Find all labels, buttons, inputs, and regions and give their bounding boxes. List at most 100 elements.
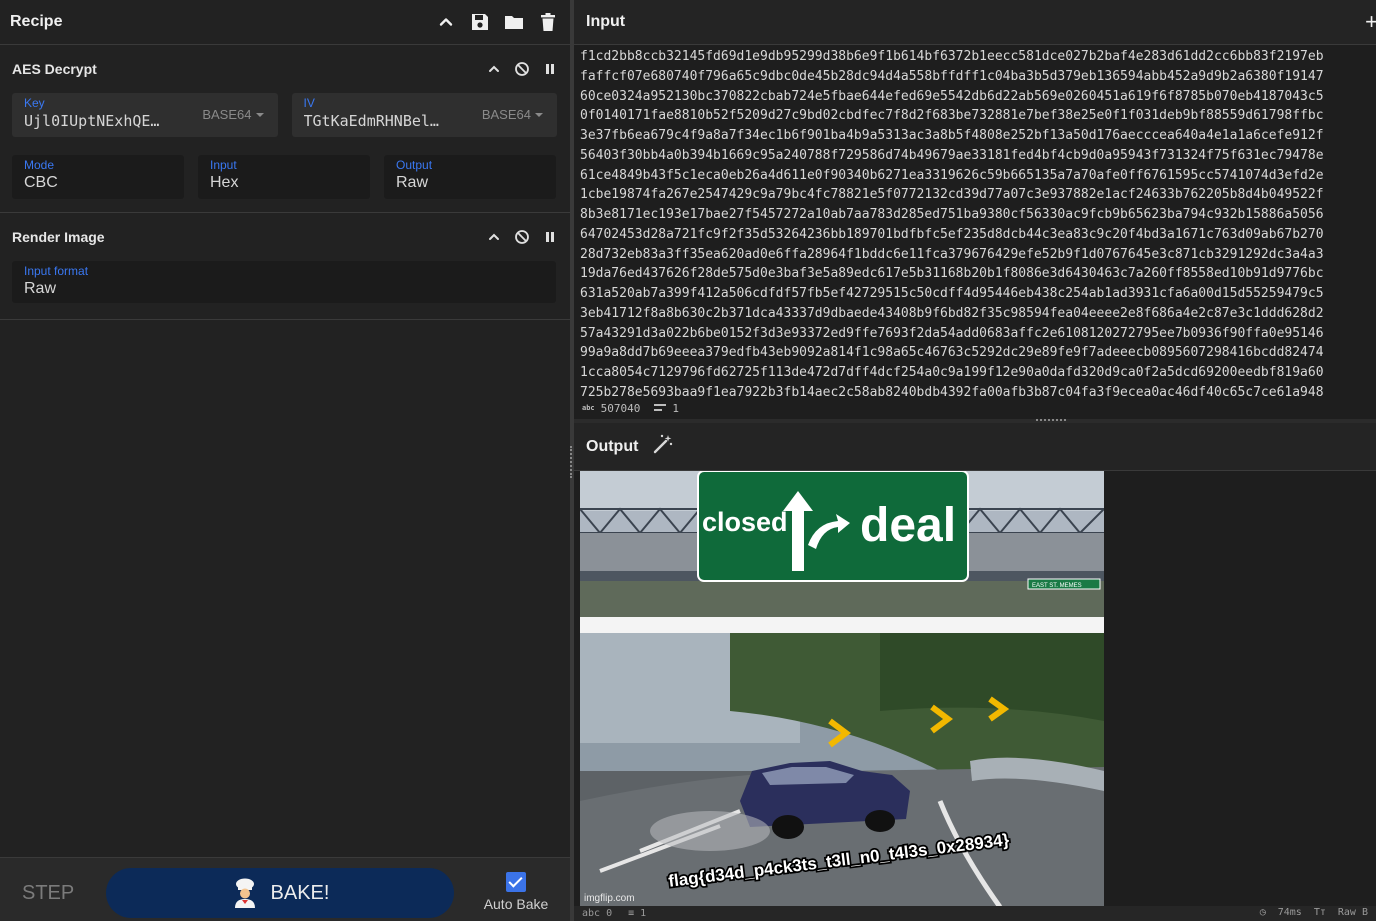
input-label: Input [210,158,237,172]
collapse-recipe-button[interactable] [436,12,456,32]
render-input-format-select[interactable]: Input format Raw [12,261,556,303]
sign-left-text: closed [702,507,788,537]
recipe-header: Recipe [0,0,570,45]
chef-icon [231,878,259,908]
operation-header: Render Image [0,213,570,261]
output-status-bar: abc 0 ≡ 1 ◷ 74ms Tт Raw B [574,906,1376,921]
recipe-title: Recipe [10,13,63,30]
input-line: 64702453d28a721fc9f2f35d53264236bb189701… [580,226,1324,242]
input-textarea[interactable]: f1cd2bb8ccb32145fd69d1e9db95299d38b6e9f1… [574,45,1376,397]
breakpoint-button[interactable] [542,61,558,77]
output-format-select[interactable]: Output Raw [384,155,556,199]
output-area[interactable]: closed deal EAST ST. MEMES flag{d34d_p4c… [574,471,1376,907]
mode-io-row: Mode CBC Input Hex Output Raw [0,155,570,199]
watermark-text: imgflip.com [584,893,635,904]
folder-icon [505,16,523,29]
input-header: Input + [574,0,1376,45]
meme-image: closed deal EAST ST. MEMES flag{d34d_p4c… [580,471,1104,907]
clear-recipe-button[interactable] [538,12,558,32]
lines-icon [654,404,667,412]
small-sign-text: EAST ST. MEMES [1032,583,1082,589]
mode-label: Mode [24,158,55,172]
recipe-toolbar [436,12,558,32]
output-value: Raw [396,174,429,191]
caret-down-icon [535,112,543,117]
auto-bake-checkbox[interactable] [506,872,526,892]
operation-aes-decrypt: AES Decrypt Key Ujl0IUptNExhQE… BASE64 I… [0,45,570,213]
mode-value: CBC [24,174,58,191]
auto-bake-toggle[interactable]: Auto Bake [483,872,549,912]
input-format-select[interactable]: Input Hex [198,155,370,199]
length-tag: abc [582,404,595,412]
lines-icon: ≡ [628,908,635,919]
input-line: 1cbe19874fa267e2547429c9a79bc4fc78821e5f… [580,187,1324,203]
input-status-bar: abc 507040 1 [574,397,1376,419]
input-title: Input [586,13,626,30]
output-header: Output [574,423,1376,471]
input-line: 3e37fb6ea679c4f9a8a7f34ec1b6f901ba4b9a53… [580,128,1324,143]
sign-right-text: deal [860,499,956,552]
operation-controls [486,61,558,77]
bake-button[interactable]: BAKE! [106,868,454,918]
mode-select[interactable]: Mode CBC [12,155,184,199]
step-button[interactable]: STEP [22,882,74,905]
save-recipe-button[interactable] [470,12,490,32]
input-line: 99a9a8dd7b69eeea379edfb43eb9092a814f1c98… [580,345,1324,361]
output-line-count: 1 [640,908,647,919]
collapse-operation-button[interactable] [486,229,502,245]
input-line: 28d732eb83a3ff35ea620ad0e6ffa28964f1bddc… [580,246,1324,262]
input-line: 3eb41712f8a8b630c2b371dca43337d9dbaede43… [580,305,1324,321]
input-line: 57a43291d3a022b6be0152f3d3e93372ed9ffe76… [580,325,1324,341]
chevron-up-icon [489,233,499,240]
io-panel: Input + f1cd2bb8ccb32145fd69d1e9db95299d… [574,0,1376,921]
disable-operation-button[interactable] [514,229,530,245]
key-encoding-value: BASE64 [202,107,252,122]
output-length-tag: abc [582,908,601,919]
input-line: 56403f30bb4a0b394b1669c95a240788f729586d… [580,147,1324,163]
breakpoint-button[interactable] [542,229,558,245]
operation-title: AES Decrypt [12,61,97,77]
key-iv-row: Key Ujl0IUptNExhQE… BASE64 IV TGtKaEdmRH… [0,93,570,137]
iv-input[interactable]: TGtKaEdmRHNBel… [304,110,464,132]
iv-encoding-dropdown[interactable]: BASE64 [482,107,543,122]
output-title: Output [586,437,639,455]
save-icon [472,14,488,30]
bake-label: BAKE! [270,881,330,904]
iv-field[interactable]: IV TGtKaEdmRHNBel… BASE64 [291,93,557,137]
key-input[interactable]: Ujl0IUptNExhQE… [24,110,184,132]
output-length: 0 [606,908,613,919]
add-tab-button[interactable]: + [1365,11,1376,33]
operation-controls [486,229,558,245]
recipe-panel: Recipe AES Decrypt Key Ujl0IUptNExhQE… B… [0,0,570,921]
auto-bake-label: Auto Bake [483,896,549,912]
io-splitter[interactable] [574,419,1376,423]
input-line: 0f0140171fae8810b52f5209d27c9bd02cbdfec7… [580,108,1324,124]
output-encoding[interactable]: Raw B [1338,907,1368,918]
input-line: 631a520ab7a399f412a506cdfdf57fb5ef427295… [580,286,1324,301]
magic-wand-icon[interactable] [652,433,674,460]
recipe-footer: STEP BAKE! Auto Bake [0,857,570,921]
operation-header: AES Decrypt [0,45,570,93]
input-line: 725b278e5693baa9f1ea7922b3fb14aec2c58ab8… [580,384,1324,397]
chevron-up-icon [489,65,499,72]
pause-icon [546,232,554,242]
input-format-label: Input format [24,264,89,278]
key-field[interactable]: Key Ujl0IUptNExhQE… BASE64 [12,93,278,137]
output-label: Output [396,158,433,172]
load-recipe-button[interactable] [504,12,524,32]
input-line-count: 1 [672,401,680,415]
rendered-image: closed deal EAST ST. MEMES flag{d34d_p4c… [580,471,1104,907]
input-line: faffcf07e680740f796a65c9dbc0de45b28dc94d… [580,68,1324,84]
clock-icon: ◷ [1259,907,1266,918]
disable-operation-button[interactable] [514,61,530,77]
key-encoding-dropdown[interactable]: BASE64 [202,107,264,122]
pause-icon [546,64,554,74]
chevron-up-icon [439,18,453,26]
font-icon: Tт [1313,907,1326,918]
collapse-operation-button[interactable] [486,61,502,77]
caret-down-icon [255,112,264,117]
cyberchef-app: Recipe AES Decrypt Key Ujl0IUptNExhQE… B… [0,0,1376,921]
render-format-row: Input format Raw [0,261,570,303]
input-value: Hex [210,174,239,191]
input-line: f1cd2bb8ccb32145fd69d1e9db95299d38b6e9f1… [580,49,1324,64]
